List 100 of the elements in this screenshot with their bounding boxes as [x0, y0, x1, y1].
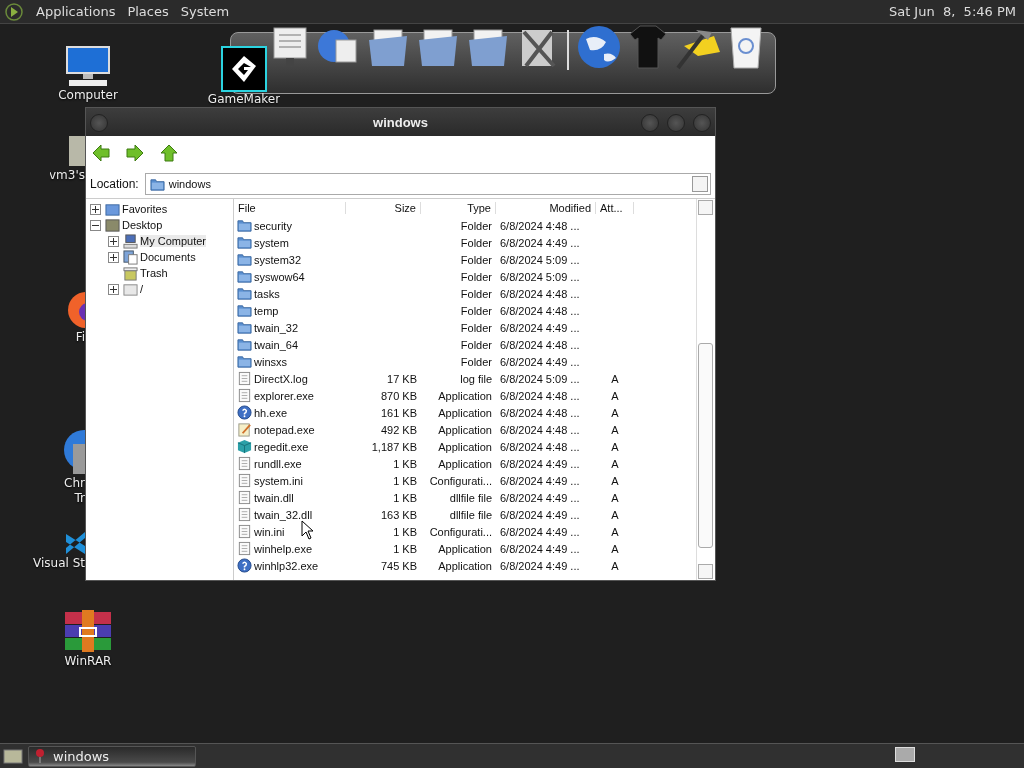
desktop-icon-label[interactable]: Fi	[75, 330, 85, 345]
tree-item[interactable]: /	[140, 283, 144, 295]
table-cell-text: Application	[437, 406, 493, 419]
desktop-icon-label[interactable]: Chr	[64, 476, 85, 491]
table-cell-text: Configurati...	[428, 474, 493, 487]
column-header[interactable]: Att...	[596, 202, 634, 214]
column-header[interactable]: Modified	[496, 202, 596, 214]
file-name[interactable]: explorer.exe	[254, 389, 314, 402]
file-name[interactable]: winhlp32.exe	[254, 559, 319, 572]
panel-menu[interactable]: Applications	[36, 4, 116, 19]
table-cell-text: 6/8/2024 4:49 ...	[499, 559, 581, 572]
file-name[interactable]: system.ini	[254, 474, 303, 487]
file-name[interactable]: twain_32	[254, 321, 299, 334]
table-cell-text: 6/8/2024 4:49 ...	[499, 525, 581, 538]
table-cell-text: Folder	[459, 287, 493, 300]
tree-item[interactable]: Favorites	[122, 203, 168, 215]
location-field[interactable]: windows	[144, 173, 711, 195]
table-cell-text: A	[610, 423, 620, 436]
table-cell-text: 1 KB	[392, 457, 418, 470]
table-cell-text: 1 KB	[392, 542, 418, 555]
table-cell-text: A	[610, 474, 620, 487]
file-name[interactable]: win.ini	[254, 525, 285, 538]
location-label: Location:	[90, 177, 139, 191]
desktop-icon-label[interactable]: Visual St	[33, 556, 85, 571]
table-cell-text: A	[610, 457, 620, 470]
table-cell-text: 6/8/2024 4:48 ...	[499, 389, 581, 402]
table-cell-text: dllfile file	[448, 508, 493, 521]
panel-menu[interactable]: Places	[127, 4, 169, 19]
tree-item[interactable]: My Computer	[140, 235, 207, 247]
file-name[interactable]: system	[254, 236, 289, 249]
file-name[interactable]: regedit.exe	[254, 440, 309, 453]
column-header[interactable]: Size	[346, 202, 421, 214]
column-header[interactable]: Type	[421, 202, 496, 214]
file-name[interactable]: notepad.exe	[254, 423, 315, 436]
table-cell-text: A	[610, 389, 620, 402]
table-cell-text: 6/8/2024 4:49 ...	[499, 236, 581, 249]
tree-item[interactable]: Documents	[140, 251, 196, 263]
table-cell-text: Application	[437, 559, 493, 572]
table-cell-text: Folder	[459, 338, 493, 351]
table-cell-text: Folder	[459, 236, 493, 249]
table-cell-text: A	[610, 372, 620, 385]
table-cell-text: Application	[437, 440, 493, 453]
table-cell-text: Application	[437, 457, 493, 470]
file-name[interactable]: rundll.exe	[254, 457, 302, 470]
table-cell-text: Folder	[459, 270, 493, 283]
file-name[interactable]: syswow64	[254, 270, 305, 283]
tree-item[interactable]: Desktop	[122, 219, 163, 231]
file-name[interactable]: security	[254, 219, 292, 232]
clock[interactable]: Sat Jun 8, 5:46 PM	[888, 4, 1016, 19]
table-cell-text: dllfile file	[448, 491, 493, 504]
table-cell-text: Application	[437, 423, 493, 436]
table-cell-text: 6/8/2024 4:49 ...	[499, 355, 581, 368]
table-cell-text: 6/8/2024 4:48 ...	[499, 406, 581, 419]
file-name[interactable]: winhelp.exe	[254, 542, 313, 555]
desktop-icon-label[interactable]: Computer	[58, 88, 118, 103]
file-name[interactable]: DirectX.log	[254, 372, 308, 385]
table-cell-text: 492 KB	[379, 423, 418, 436]
table-cell-text: 17 KB	[386, 372, 418, 385]
desktop-icon-label[interactable]: vm3's	[50, 168, 85, 183]
desktop-icon-label[interactable]: Tr	[74, 491, 85, 506]
table-cell-text: 6/8/2024 4:48 ...	[499, 304, 581, 317]
table-cell-text: Configurati...	[428, 525, 493, 538]
file-name[interactable]: twain.dll	[254, 491, 294, 504]
table-cell-text: A	[610, 406, 620, 419]
table-cell-text: 870 KB	[379, 389, 418, 402]
tree-item[interactable]: Trash	[140, 267, 168, 279]
table-cell-text: log file	[459, 372, 493, 385]
table-cell-text: Folder	[459, 321, 493, 334]
taskbar-button[interactable]: windows	[28, 745, 196, 767]
file-name[interactable]: temp	[254, 304, 279, 317]
window-title: windows	[373, 114, 428, 130]
table-cell-text: Application	[437, 542, 493, 555]
panel-menu[interactable]: System	[180, 4, 230, 19]
desktop-icon-label[interactable]: WinRAR	[64, 654, 112, 669]
desktop-icon-label[interactable]: GameMaker	[208, 92, 280, 107]
table-cell-text: A	[610, 525, 620, 538]
file-name[interactable]: twain_64	[254, 338, 299, 351]
table-cell-text: A	[610, 559, 620, 572]
table-cell-text: 6/8/2024 4:49 ...	[499, 491, 581, 504]
table-cell-text: 1 KB	[392, 525, 418, 538]
table-cell-text: Folder	[459, 219, 493, 232]
table-cell-text: A	[610, 440, 620, 453]
column-header[interactable]: File	[234, 202, 346, 214]
table-cell-text: Application	[437, 389, 493, 402]
table-cell-text: 6/8/2024 5:09 ...	[499, 270, 581, 283]
file-name[interactable]: hh.exe	[254, 406, 288, 419]
table-cell-text: 161 KB	[379, 406, 418, 419]
table-cell-text: A	[610, 508, 620, 521]
file-name[interactable]: winsxs	[254, 355, 287, 368]
table-cell-text: 6/8/2024 4:48 ...	[499, 338, 581, 351]
table-cell-text: 6/8/2024 4:48 ...	[499, 287, 581, 300]
file-name[interactable]: system32	[254, 253, 302, 266]
table-cell-text: 6/8/2024 4:49 ...	[499, 457, 581, 470]
table-cell-text: A	[610, 542, 620, 555]
table-cell-text: 6/8/2024 4:49 ...	[499, 321, 581, 334]
file-name[interactable]: twain_32.dll	[254, 508, 313, 521]
table-cell-text: 6/8/2024 4:48 ...	[499, 440, 581, 453]
table-cell-text: 6/8/2024 4:49 ...	[499, 542, 581, 555]
file-name[interactable]: tasks	[254, 287, 280, 300]
table-cell-text: 1 KB	[392, 474, 418, 487]
